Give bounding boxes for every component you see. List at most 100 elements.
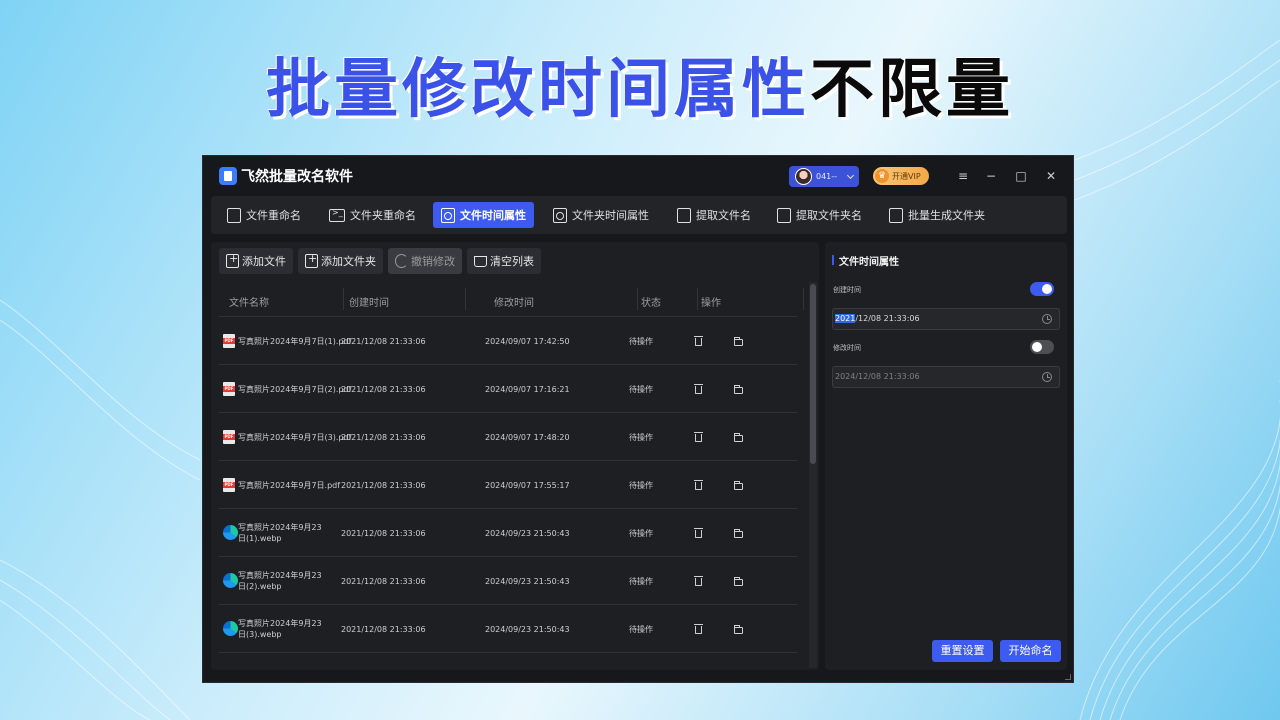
delete-icon[interactable]: [694, 576, 703, 586]
app-title: 飞然批量改名软件: [241, 169, 353, 185]
column-separator: [465, 288, 466, 310]
delete-icon[interactable]: [694, 336, 703, 346]
add-folder-button[interactable]: 添加文件夹: [298, 248, 383, 274]
reset-settings-button[interactable]: 重置设置: [932, 640, 993, 662]
table-row[interactable]: 写真照片2024年9月23日(3).webp 2021/12/08 21:33:…: [219, 605, 797, 653]
tab-label: 文件夹重命名: [350, 209, 416, 222]
tab-file-time-attributes[interactable]: 文件时间属性: [433, 202, 534, 228]
created-time-input[interactable]: 2021/12/08 21:33:06: [832, 308, 1060, 330]
scroll-thumb[interactable]: [810, 284, 816, 464]
open-folder-icon[interactable]: [734, 433, 743, 442]
status-text: 待操作: [629, 385, 653, 394]
pdf-file-icon: [223, 478, 235, 492]
add-file-button[interactable]: 添加文件: [219, 248, 293, 274]
clock-icon[interactable]: [1042, 314, 1052, 324]
open-folder-icon[interactable]: [734, 481, 743, 490]
tab-folder-rename[interactable]: 文件夹重命名: [321, 202, 424, 228]
delete-icon[interactable]: [694, 624, 703, 634]
basket-icon: [474, 255, 487, 267]
file-name: 写真照片2024年9月7日(1).pdf: [238, 337, 352, 346]
clear-list-button[interactable]: 清空列表: [467, 248, 541, 274]
folder-clock-icon: [553, 207, 567, 223]
status-text: 待操作: [629, 433, 653, 442]
headline-blue-text: 批量修改时间属性: [266, 53, 810, 127]
table-row[interactable]: 写真照片2024年9月23日(1).webp 2021/12/08 21:33:…: [219, 509, 797, 557]
open-folder-icon[interactable]: [734, 625, 743, 634]
created-time: 2021/12/08 21:33:06: [341, 433, 426, 442]
title-bar: 飞然批量改名软件 041-- ♛ 开通VIP ≡ − □ ✕: [203, 156, 1073, 196]
open-folder-icon[interactable]: [734, 385, 743, 394]
open-folder-icon[interactable]: [734, 337, 743, 346]
file-name: 写真照片2024年9月23日(2).webp: [238, 571, 322, 591]
table-row[interactable]: 写真照片2024年9月7日.pdf 2021/12/08 21:33:06 20…: [219, 461, 797, 509]
extract-folder-icon: [777, 207, 791, 223]
file-name: 写真照片2024年9月7日(2).pdf: [238, 385, 352, 394]
pdf-file-icon: [223, 430, 235, 444]
selected-text: 2021: [835, 314, 856, 323]
modified-time-input[interactable]: 2024/12/08 21:33:06: [832, 366, 1060, 388]
tab-label: 提取文件名: [696, 209, 751, 222]
status-text: 待操作: [629, 529, 653, 538]
minimize-icon[interactable]: −: [983, 168, 999, 184]
column-header-modified[interactable]: 修改时间: [494, 294, 534, 309]
webp-image-icon: [223, 525, 238, 540]
modified-time: 2024/09/07 17:16:21: [485, 385, 570, 394]
settings-panel: 文件时间属性 创建时间 2021/12/08 21:33:06 修改时间 202…: [825, 242, 1067, 670]
settings-title: 文件时间属性: [839, 257, 899, 268]
tab-label: 批量生成文件夹: [908, 209, 985, 222]
scrollbar[interactable]: [809, 282, 817, 668]
tab-extract-folder-names[interactable]: 提取文件夹名: [769, 202, 870, 228]
created-time: 2021/12/08 21:33:06: [341, 385, 426, 394]
pdf-file-icon: [223, 334, 235, 348]
clock-icon[interactable]: [1042, 372, 1052, 382]
status-text: 待操作: [629, 577, 653, 586]
terminal-folder-icon: [329, 208, 345, 222]
open-folder-icon[interactable]: [734, 529, 743, 538]
delete-icon[interactable]: [694, 384, 703, 394]
column-header-status[interactable]: 状态: [641, 294, 661, 309]
column-header-filename[interactable]: 文件名称: [229, 294, 269, 309]
input-text: 2024/12/08 21:33:06: [835, 372, 920, 381]
table-row[interactable]: 写真照片2024年9月23日(2).webp 2021/12/08 21:33:…: [219, 557, 797, 605]
created-time: 2021/12/08 21:33:06: [341, 577, 426, 586]
tab-label: 文件夹时间属性: [572, 209, 649, 222]
file-name: 写真照片2024年9月23日(1).webp: [238, 523, 322, 543]
created-time-toggle[interactable]: [1030, 282, 1054, 296]
modified-time: 2024/09/07 17:48:20: [485, 433, 570, 442]
open-folder-icon[interactable]: [734, 577, 743, 586]
resize-grip-icon[interactable]: [1065, 674, 1071, 680]
tab-extract-file-names[interactable]: 提取文件名: [669, 202, 759, 228]
user-account-button[interactable]: 041--: [789, 166, 859, 187]
menu-icon[interactable]: ≡: [955, 168, 971, 184]
tab-file-rename[interactable]: 文件重命名: [219, 202, 309, 228]
column-separator: [803, 288, 804, 310]
close-icon[interactable]: ✕: [1043, 168, 1059, 184]
file-icon: [227, 207, 241, 223]
column-header-created[interactable]: 创建时间: [349, 294, 389, 309]
column-header-actions: 操作: [701, 298, 721, 309]
delete-icon[interactable]: [694, 480, 703, 490]
file-name: 写真照片2024年9月7日.pdf: [238, 481, 341, 490]
tab-folder-time-attributes[interactable]: 文件夹时间属性: [545, 202, 657, 228]
tab-batch-create-folders[interactable]: 批量生成文件夹: [881, 202, 993, 228]
created-time-label: 创建时间: [833, 286, 861, 294]
undo-changes-button[interactable]: 撤销修改: [388, 248, 462, 274]
file-name: 写真照片2024年9月7日(3).pdf: [238, 433, 352, 442]
app-logo-icon: [219, 167, 237, 185]
crown-icon: ♛: [875, 169, 889, 183]
table-row[interactable]: 写真照片2024年9月7日(2).pdf 2021/12/08 21:33:06…: [219, 365, 797, 413]
toggle-knob: [1032, 342, 1042, 352]
modified-time-label: 修改时间: [833, 344, 861, 352]
table-row[interactable]: 写真照片2024年9月7日(1).pdf 2021/12/08 21:33:06…: [219, 317, 797, 365]
delete-icon[interactable]: [694, 432, 703, 442]
status-text: 待操作: [629, 625, 653, 634]
open-vip-button[interactable]: ♛ 开通VIP: [873, 167, 929, 185]
add-folder-icon: [305, 252, 318, 268]
tab-label: 文件时间属性: [460, 209, 526, 222]
webp-image-icon: [223, 573, 238, 588]
start-rename-button[interactable]: 开始命名: [1000, 640, 1061, 662]
delete-icon[interactable]: [694, 528, 703, 538]
maximize-icon[interactable]: □: [1013, 168, 1029, 184]
table-row[interactable]: 写真照片2024年9月7日(3).pdf 2021/12/08 21:33:06…: [219, 413, 797, 461]
modified-time-toggle[interactable]: [1030, 340, 1054, 354]
